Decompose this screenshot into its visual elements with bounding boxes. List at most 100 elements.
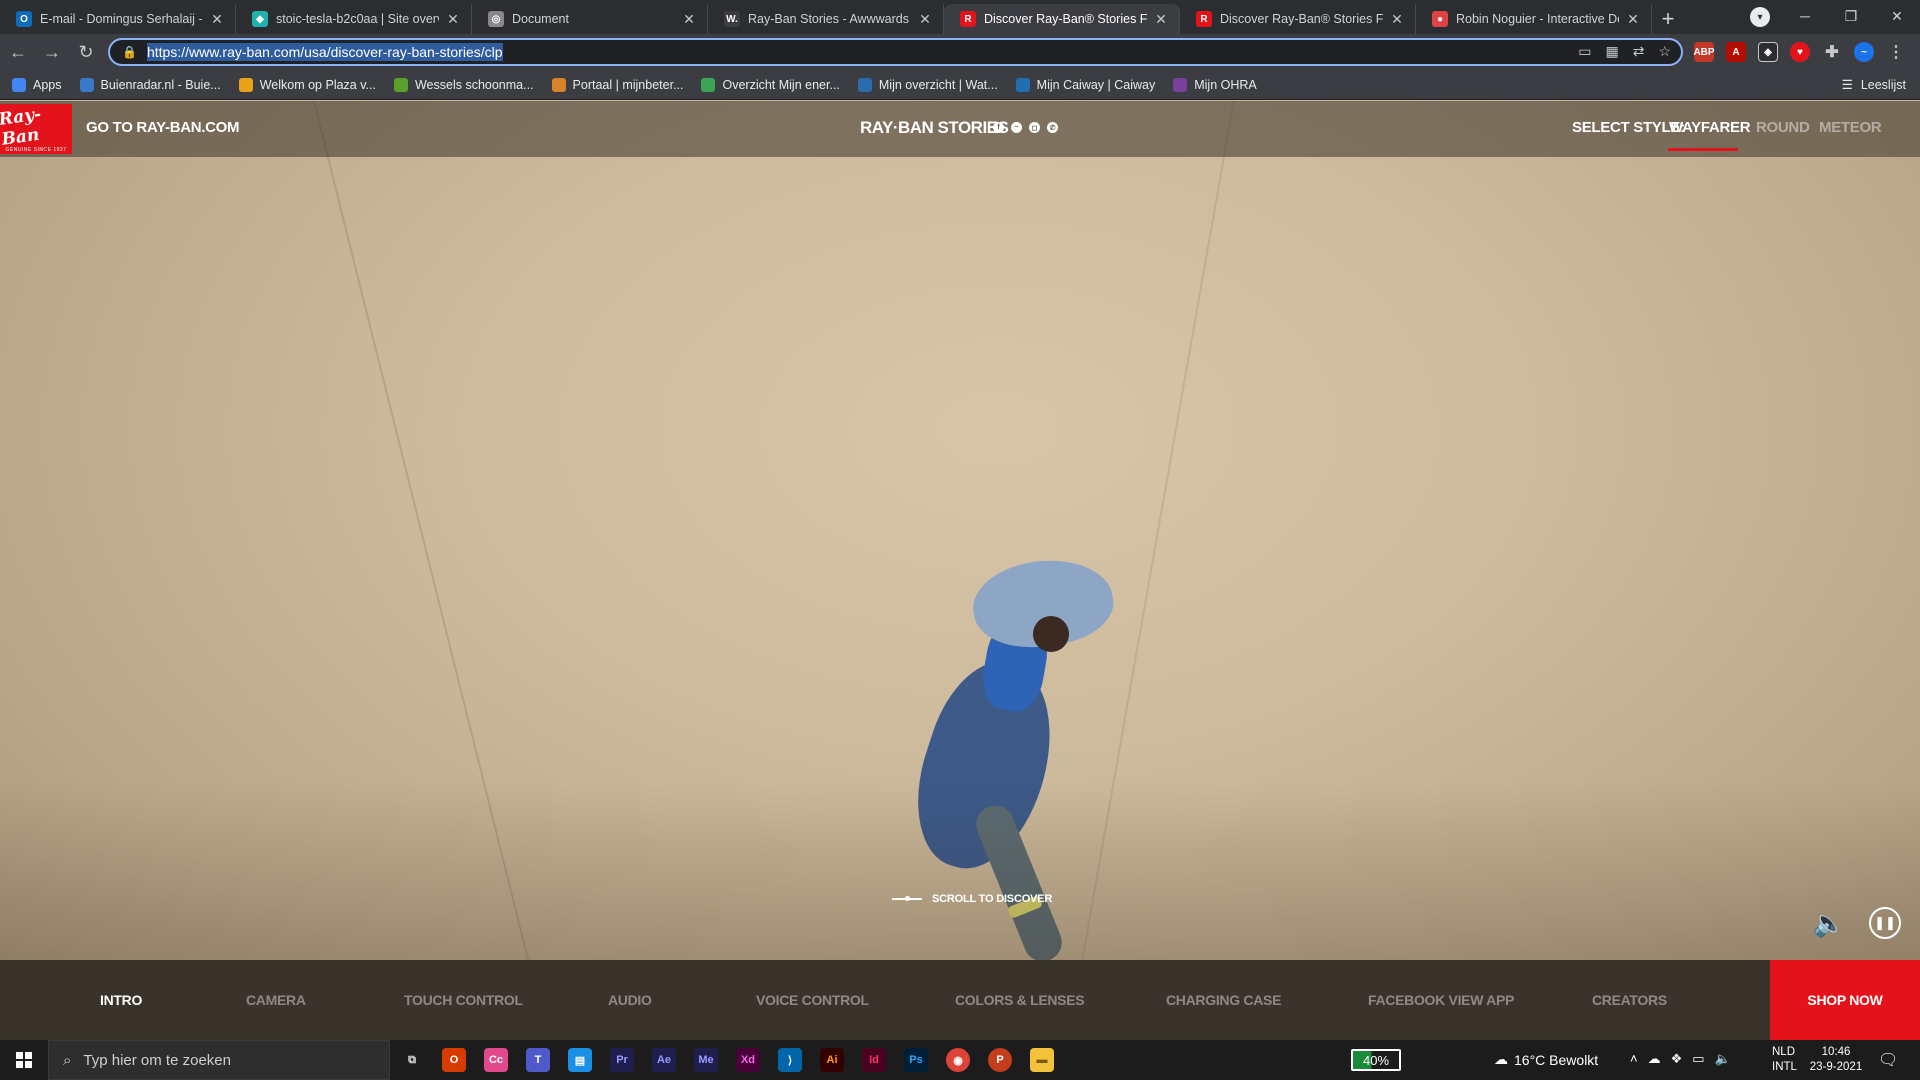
bookmark-item[interactable]: Apps xyxy=(12,77,62,92)
shop-now-button[interactable]: SHOP NOW xyxy=(1770,960,1920,1040)
instagram-icon[interactable]: ◻ xyxy=(1029,122,1040,133)
browser-tab[interactable]: R Discover Ray-Ban® Stories Feat ✕ xyxy=(1180,4,1416,34)
style-option-round[interactable]: ROUND xyxy=(1756,119,1810,136)
creative-cloud-icon[interactable]: Cc xyxy=(484,1048,508,1072)
nav-facebook-view-app[interactable]: FACEBOOK VIEW APP xyxy=(1368,992,1514,1008)
forward-icon[interactable]: → xyxy=(36,36,68,68)
tab-close-icon[interactable]: ✕ xyxy=(1625,11,1641,28)
teams-icon[interactable]: T xyxy=(526,1048,550,1072)
nav-touch-control[interactable]: TOUCH CONTROL xyxy=(404,992,523,1008)
sound-icon[interactable]: 🔈 xyxy=(1813,907,1845,939)
nav-charging-case[interactable]: CHARGING CASE xyxy=(1166,992,1281,1008)
back-icon[interactable]: ← xyxy=(2,36,34,68)
tab-search-icon[interactable]: ▾ xyxy=(1750,7,1770,27)
bookmark-item[interactable]: Mijn OHRA xyxy=(1173,77,1257,92)
nav-creators[interactable]: CREATORS xyxy=(1592,992,1667,1008)
nav-audio[interactable]: AUDIO xyxy=(608,992,652,1008)
clock[interactable]: 10:46 23-9-2021 xyxy=(1808,1045,1864,1075)
browser-tab[interactable]: ● Robin Noguier - Interactive De ✕ xyxy=(1416,4,1652,34)
notepad-icon[interactable]: ▤ xyxy=(568,1048,592,1072)
puzzle-icon[interactable]: ✚ xyxy=(1822,42,1842,62)
lock-icon[interactable]: 🔒 xyxy=(122,45,137,59)
bookmark-star-icon[interactable]: ☆ xyxy=(1658,43,1671,60)
taskbar-search[interactable]: ⌕ Typ hier om te zoeken xyxy=(48,1040,390,1080)
start-button[interactable] xyxy=(0,1040,48,1080)
after-effects-icon[interactable]: Ae xyxy=(652,1048,676,1072)
new-tab-button[interactable]: + xyxy=(1652,4,1684,34)
bookmark-item[interactable]: Portaal | mijnbeter... xyxy=(551,77,683,92)
browser-tab[interactable]: W. Ray-Ban Stories - Awwwards No ✕ xyxy=(708,4,944,34)
tab-close-icon[interactable]: ✕ xyxy=(1389,11,1405,28)
language-indicator[interactable]: NLD INTL xyxy=(1772,1045,1797,1075)
menu-dots-icon[interactable]: ⋮ xyxy=(1886,42,1906,62)
bookmark-label: Buienradar.nl - Buie... xyxy=(100,77,221,92)
url-text[interactable]: https://www.ray-ban.com/usa/discover-ray… xyxy=(146,43,503,61)
minimize-button[interactable]: ─ xyxy=(1782,0,1828,32)
dropbox-icon[interactable]: ❖ xyxy=(1671,1051,1683,1067)
photoshop-icon[interactable]: Ps xyxy=(904,1048,928,1072)
weather-widget[interactable]: ☁ 16°C Bewolkt xyxy=(1494,1051,1598,1068)
tab-close-icon[interactable]: ✕ xyxy=(1153,11,1169,28)
office-icon[interactable]: O xyxy=(442,1048,466,1072)
browser-tabstrip: O E-mail - Domingus Serhalaij - Ou ✕ ◆ stoic… xyxy=(0,0,1920,34)
task-view-icon[interactable]: ⧉ xyxy=(400,1048,424,1072)
browser-tab[interactable]: O E-mail - Domingus Serhalaij - Ou ✕ xyxy=(0,4,236,34)
bookmark-item[interactable]: Mijn Caiway | Caiway xyxy=(1015,77,1155,92)
facebook-icon[interactable]: f xyxy=(993,122,1004,133)
whatsapp-icon[interactable]: ✆ xyxy=(1047,122,1058,133)
pause-icon[interactable]: ❚❚ xyxy=(1869,907,1901,939)
browser-tab[interactable]: R Discover Ray-Ban® Stories Feat ✕ xyxy=(944,4,1180,34)
goto-rayban-link[interactable]: GO TO RAY-BAN.COM xyxy=(86,119,240,136)
tab-close-icon[interactable]: ✕ xyxy=(917,11,933,28)
onedrive-icon[interactable]: ☁ xyxy=(1648,1051,1661,1067)
xd-icon[interactable]: Xd xyxy=(736,1048,760,1072)
volume-icon[interactable]: 🔈 xyxy=(1715,1051,1731,1067)
bookmark-item[interactable]: Mijn overzicht | Wat... xyxy=(857,77,998,92)
extensions: ABP A ◈ ♥ ✚ ~ ⋮ xyxy=(1693,42,1906,62)
browser-tab[interactable]: ◎ Document ✕ xyxy=(472,4,708,34)
messenger-icon[interactable]: ~ xyxy=(1011,122,1022,133)
nav-intro[interactable]: INTRO xyxy=(100,992,142,1008)
acrobat-extension-icon[interactable]: A xyxy=(1726,42,1746,62)
restore-button[interactable]: ❐ xyxy=(1828,0,1874,32)
vscode-icon[interactable]: ⟩ xyxy=(778,1048,802,1072)
tab-close-icon[interactable]: ✕ xyxy=(445,11,461,28)
style-option-meteor[interactable]: METEOR xyxy=(1819,119,1882,136)
bookmark-item[interactable]: Wessels schoonma... xyxy=(393,77,534,92)
battery-indicator[interactable]: 40% xyxy=(1351,1049,1401,1071)
reading-list-button[interactable]: ☰ Leeslijst xyxy=(1842,77,1906,93)
close-window-button[interactable]: ✕ xyxy=(1874,0,1920,32)
translate-icon[interactable]: ⇄ xyxy=(1633,43,1645,60)
network-icon[interactable]: ▭ xyxy=(1692,1051,1704,1067)
address-bar[interactable]: 🔒 https://www.ray-ban.com/usa/discover-r… xyxy=(108,38,1683,66)
powerpoint-icon[interactable]: P xyxy=(988,1048,1012,1072)
qr-icon[interactable]: ▦ xyxy=(1605,43,1618,60)
nav-camera[interactable]: CAMERA xyxy=(246,992,306,1008)
chrome-icon[interactable]: ◉ xyxy=(946,1048,970,1072)
reload-icon[interactable]: ↻ xyxy=(70,36,102,68)
bookmark-label: Apps xyxy=(33,77,62,92)
tab-close-icon[interactable]: ✕ xyxy=(209,11,225,28)
extension-icon[interactable]: ◈ xyxy=(1758,42,1778,62)
tab-close-icon[interactable]: ✕ xyxy=(681,11,697,28)
nav-colors-lenses[interactable]: COLORS & LENSES xyxy=(955,992,1085,1008)
style-option-wayfarer[interactable]: WAYFARER xyxy=(1669,119,1751,136)
premiere-icon[interactable]: Pr xyxy=(610,1048,634,1072)
rayban-logo[interactable]: Ray-Ban GENUINE SINCE 1937 xyxy=(0,104,72,154)
browser-tab[interactable]: ◆ stoic-tesla-b2c0aa | Site overvie ✕ xyxy=(236,4,472,34)
chevron-up-icon[interactable]: ˄ xyxy=(1630,1051,1638,1067)
adblock-extension-icon[interactable]: ABP xyxy=(1693,42,1715,62)
notifications-icon[interactable]: 🗨 xyxy=(1878,1050,1898,1070)
profile-avatar[interactable]: ~ xyxy=(1854,42,1874,62)
bookmark-item[interactable]: Overzicht Mijn ener... xyxy=(701,77,840,92)
tab-favicon-icon: W. xyxy=(724,11,740,27)
bookmark-item[interactable]: Buienradar.nl - Buie... xyxy=(79,77,221,92)
bookmark-item[interactable]: Welkom op Plaza v... xyxy=(238,77,376,92)
illustrator-icon[interactable]: Ai xyxy=(820,1048,844,1072)
file-explorer-icon[interactable]: ▬ xyxy=(1030,1048,1054,1072)
cast-icon[interactable]: ▭ xyxy=(1578,43,1591,60)
indesign-icon[interactable]: Id xyxy=(862,1048,886,1072)
nav-voice-control[interactable]: VOICE CONTROL xyxy=(756,992,869,1008)
extension-badge-icon[interactable]: ♥ xyxy=(1790,42,1810,62)
media-encoder-icon[interactable]: Me xyxy=(694,1048,718,1072)
